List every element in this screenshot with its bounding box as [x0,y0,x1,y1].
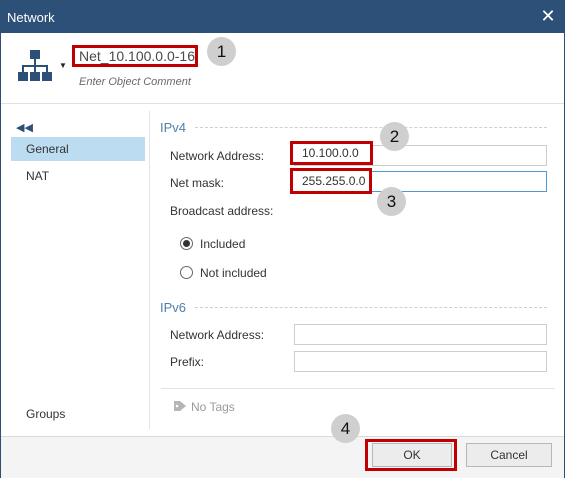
network-dialog: Network ✕ ▼ Net_10.100.0.0-16 Enter Obje… [0,0,565,478]
callout-2: 2 [380,122,409,151]
icon-dropdown-caret-icon[interactable]: ▼ [59,61,67,70]
broadcast-not-included-label[interactable]: Not included [200,266,267,280]
sidebar: ◀◀ General NAT Groups [4,111,150,429]
broadcast-included-label[interactable]: Included [200,237,245,251]
title-bar: Network ✕ [1,1,564,33]
general-panel: IPv4 Network Address: 10.100.0.0 Net mas… [151,109,561,429]
tags-divider [161,388,555,389]
ipv4-network-address-label: Network Address: [170,149,265,163]
ipv4-section-title: IPv4 [160,120,187,135]
broadcast-not-included-radio[interactable] [180,266,193,279]
sidebar-item-general[interactable]: General [11,137,145,161]
close-icon[interactable]: ✕ [539,6,557,26]
prefix-label: Prefix: [170,355,205,369]
callout-3: 3 [377,187,406,216]
ipv6-network-address-label: Network Address: [170,328,265,342]
net-mask-input[interactable]: 255.255.0.0 [290,168,372,194]
callout-1: 1 [207,37,236,66]
radio-selected-dot [183,240,190,247]
broadcast-address-label: Broadcast address: [170,204,274,218]
object-name-field[interactable]: Net_10.100.0.0-16 [72,45,198,67]
sidebar-item-nat[interactable]: NAT [11,164,145,188]
ipv4-network-address-input[interactable]: 10.100.0.0 [290,141,373,165]
ipv6-divider [195,307,547,308]
sidebar-item-groups[interactable]: Groups [11,402,145,426]
window-title: Network [7,10,55,25]
collapse-sidebar-icon[interactable]: ◀◀ [16,121,33,134]
net-mask-label: Net mask: [170,176,225,190]
ipv6-section-title: IPv6 [160,300,187,315]
object-comment-field[interactable]: Enter Object Comment [79,76,191,88]
ipv6-network-address-input[interactable] [294,324,547,345]
prefix-input[interactable] [294,351,547,372]
ipv4-divider [195,127,547,128]
cancel-button[interactable]: Cancel [466,443,552,467]
callout-4: 4 [331,414,360,443]
broadcast-included-radio[interactable] [180,237,193,250]
ok-button[interactable]: OK [372,443,452,467]
tag-icon[interactable] [173,400,187,412]
no-tags-label[interactable]: No Tags [191,400,235,414]
network-object-icon[interactable] [17,48,53,84]
object-header: ▼ Net_10.100.0.0-16 Enter Object Comment [1,33,564,104]
